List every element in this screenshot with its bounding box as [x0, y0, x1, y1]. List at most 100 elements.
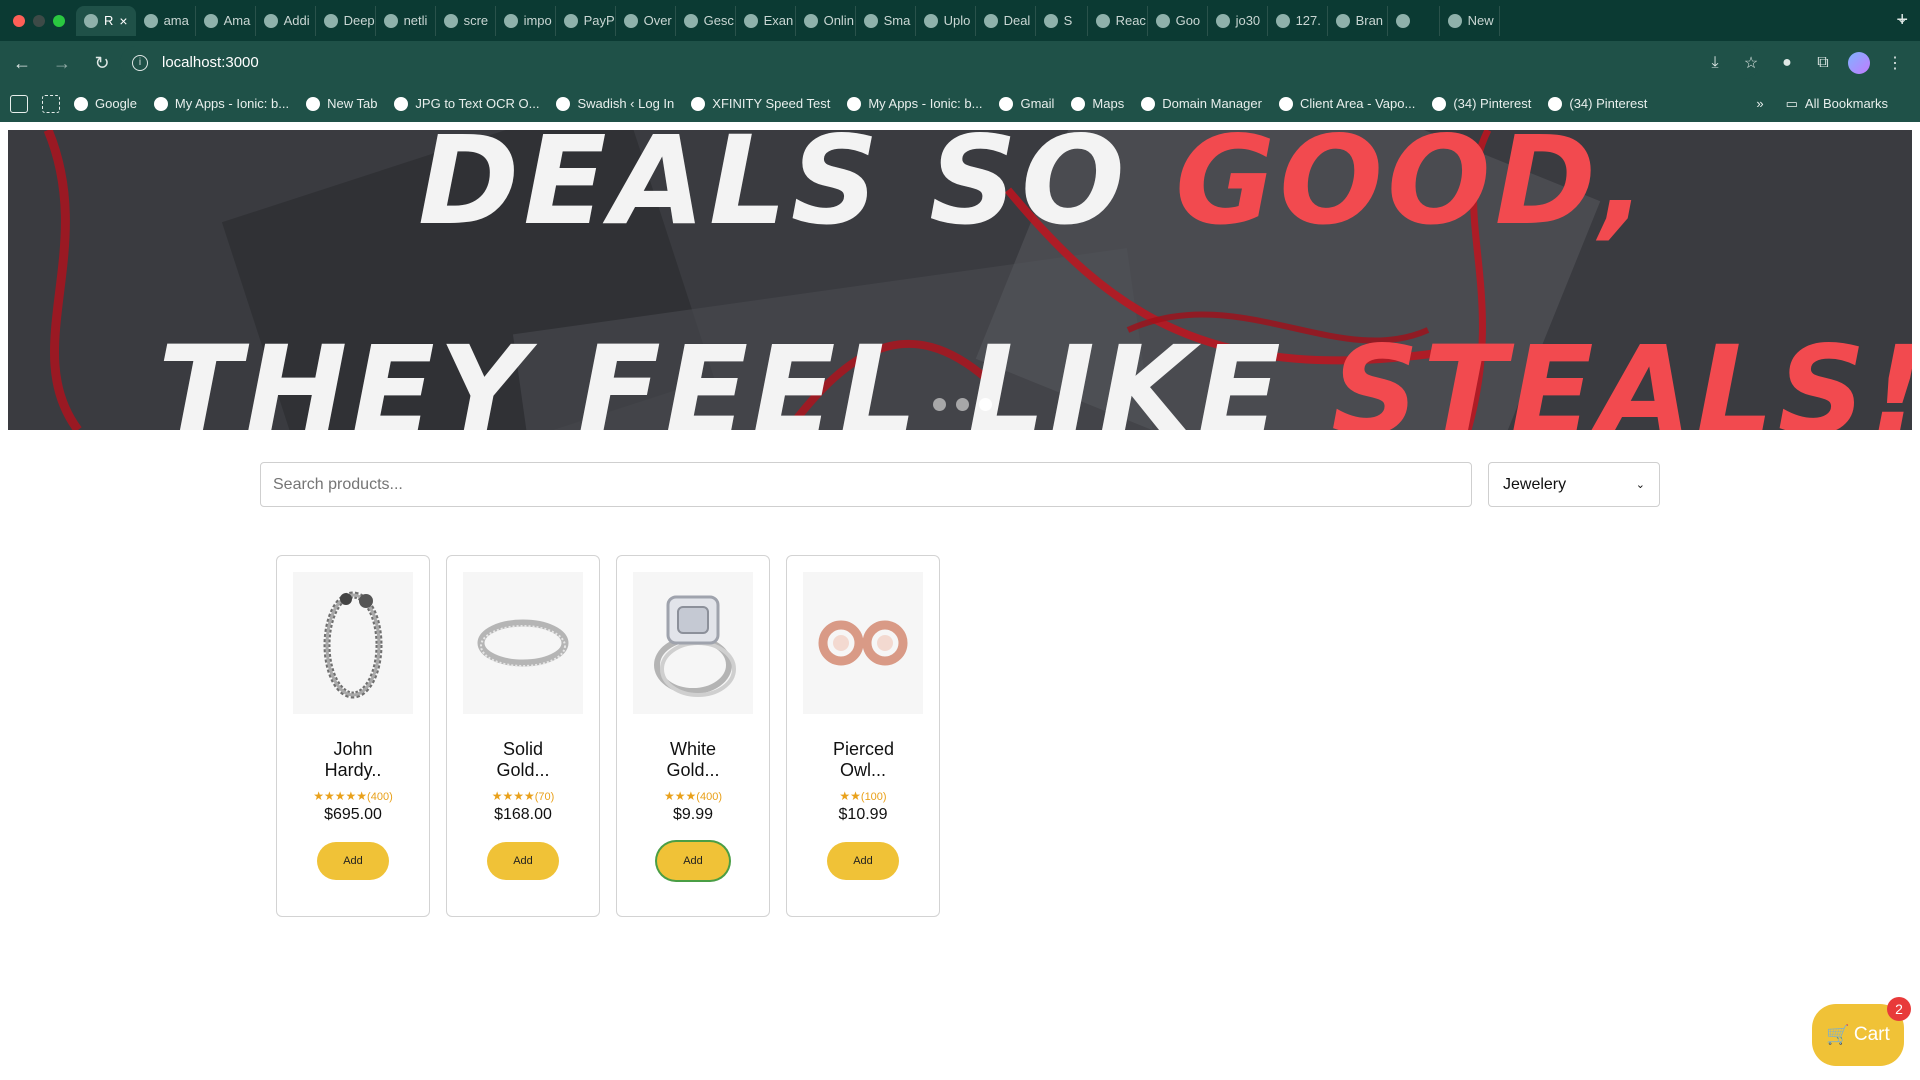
bookmark-item[interactable]: XFINITY Speed Test [691, 96, 830, 111]
bookmark-item[interactable]: (34) Pinterest [1548, 96, 1647, 111]
browser-tab[interactable]: Over [616, 5, 676, 36]
pipedream-icon [803, 13, 818, 28]
tab-title: Goo [1175, 13, 1201, 28]
browser-tab[interactable]: Bran [1328, 5, 1388, 36]
add-to-cart-button[interactable]: Add [657, 842, 729, 880]
bookmark-item[interactable]: JPG to Text OCR O... [394, 96, 539, 111]
bookmark-item[interactable]: Client Area - Vapo... [1278, 96, 1415, 111]
tab-title: 127. [1295, 13, 1321, 28]
browser-tab[interactable]: R × [76, 5, 136, 36]
browser-tab[interactable]: netli [376, 5, 436, 36]
hero-carousel[interactable]: DEALS SO GOOD, THEY FEEL LIKE STEALS! [8, 130, 1912, 430]
product-image[interactable] [463, 572, 583, 714]
ionic-icon [153, 96, 168, 111]
browser-tab[interactable]: Uplo [916, 5, 976, 36]
bookmark-item[interactable]: Maps [1071, 96, 1124, 111]
category-select[interactable]: Jewelery ⌄ [1488, 462, 1660, 507]
back-arrow-icon[interactable]: ← [4, 45, 40, 81]
browser-tab[interactable]: Exan [736, 5, 796, 36]
bookmark-star-icon[interactable]: ☆ [1740, 52, 1762, 74]
product-rating: ★★★(400) [617, 789, 769, 804]
add-to-cart-button[interactable]: Add [317, 842, 389, 880]
bookmark-item[interactable]: Swadish ‹ Log In [556, 96, 674, 111]
site-info-icon[interactable]: i [132, 54, 148, 71]
bookmark-item[interactable]: Domain Manager [1141, 96, 1262, 111]
reload-icon[interactable]: ↻ [84, 45, 120, 81]
browser-tab[interactable] [1388, 5, 1440, 36]
extension-icon[interactable]: ● [1776, 52, 1798, 74]
product-name[interactable]: Solid Gold... [447, 739, 599, 781]
browser-tab[interactable]: New [1440, 5, 1500, 36]
browser-tab[interactable]: Reac [1088, 5, 1148, 36]
browser-tab[interactable]: Onlin [796, 5, 856, 36]
browser-tab[interactable]: ama [136, 5, 196, 36]
vapor-icon [1278, 96, 1293, 111]
product-card[interactable]: Solid Gold... ★★★★(70) $168.00 Add [446, 555, 600, 917]
chrome-icon [306, 96, 321, 111]
tab-title: Sma [883, 13, 911, 28]
bookmark-item[interactable]: My Apps - Ionic: b... [153, 96, 289, 111]
product-price: $9.99 [672, 806, 714, 823]
product-image[interactable] [633, 572, 753, 714]
browser-tab[interactable]: impo [496, 5, 556, 36]
forward-arrow-icon[interactable]: → [44, 45, 80, 81]
browser-tab[interactable]: jo30 [1208, 5, 1268, 36]
bookmark-label: (34) Pinterest [1453, 96, 1532, 111]
close-window-button[interactable] [13, 14, 25, 27]
hero-text-red: GOOD, [1175, 130, 1651, 252]
browser-tab[interactable]: 127. [1268, 5, 1328, 36]
browser-tab[interactable]: scre [436, 5, 496, 36]
carousel-dot[interactable] [933, 398, 946, 411]
tab-title: ama [163, 13, 189, 28]
bookmark-label: Domain Manager [1162, 96, 1262, 111]
ocr-icon [394, 96, 409, 111]
product-card[interactable]: Pierced Owl... ★★(100) $10.99 Add [786, 555, 940, 917]
browser-tab[interactable]: Gesc [676, 5, 736, 36]
sidebar-toggle-icon[interactable] [10, 94, 28, 113]
menu-kebab-icon[interactable]: ⋮ [1884, 52, 1906, 74]
puzzle-icon[interactable]: ⧉ [1812, 52, 1834, 74]
bookmark-item[interactable]: Google [74, 96, 137, 111]
bookmark-label: XFINITY Speed Test [712, 96, 831, 111]
close-tab-icon[interactable]: × [119, 13, 127, 29]
bookmark-label: My Apps - Ionic: b... [868, 96, 983, 111]
tab-title: impo [523, 13, 552, 28]
browser-tab[interactable]: Sma [856, 5, 916, 36]
tab-search-chevron-icon[interactable]: ⌄ [1896, 10, 1908, 27]
browser-tab[interactable]: PayP [556, 5, 616, 36]
bookmark-item[interactable]: New Tab [306, 96, 377, 111]
browser-tab[interactable]: Addi [256, 5, 316, 36]
address-bar[interactable]: i localhost:3000 [120, 46, 1760, 79]
rating-count: (100) [860, 791, 887, 803]
product-name[interactable]: White Gold... [617, 739, 769, 781]
rating-count: (400) [696, 791, 722, 803]
minimize-window-button[interactable] [33, 14, 45, 27]
apps-grid-icon[interactable] [42, 94, 60, 113]
cart-label: Cart [1853, 1024, 1890, 1045]
bookmark-item[interactable]: My Apps - Ionic: b... [847, 96, 982, 111]
product-name[interactable]: Pierced Owl... [787, 739, 939, 781]
browser-tab[interactable]: Goo [1148, 5, 1208, 36]
browser-tab[interactable]: Ama [196, 5, 256, 36]
product-card[interactable]: John Hardy.. ★★★★★(400) $695.00 Add [276, 555, 430, 917]
bookmark-item[interactable]: Gmail [999, 96, 1054, 111]
carousel-dot[interactable] [956, 398, 969, 411]
browser-tab[interactable]: Deal [976, 5, 1036, 36]
browser-tab[interactable]: Deep [316, 5, 376, 36]
product-image[interactable] [803, 572, 923, 714]
bookmark-item[interactable]: (34) Pinterest [1432, 96, 1531, 111]
carousel-dot[interactable] [979, 398, 992, 411]
product-name[interactable]: John Hardy.. [277, 739, 429, 781]
product-image[interactable] [293, 572, 413, 714]
product-card[interactable]: White Gold... ★★★(400) $9.99 Add [616, 555, 770, 917]
add-to-cart-button[interactable]: Add [487, 842, 559, 880]
more-bookmarks-icon[interactable]: » [1756, 96, 1763, 111]
all-bookmarks-folder[interactable]: ▭ All Bookmarks [1786, 96, 1888, 112]
profile-avatar[interactable] [1848, 52, 1870, 74]
add-to-cart-button[interactable]: Add [827, 842, 899, 880]
search-input[interactable] [260, 462, 1472, 507]
browser-tab[interactable]: S [1036, 5, 1088, 36]
maximize-window-button[interactable] [53, 14, 65, 27]
tab-title: New [1467, 13, 1494, 28]
install-app-icon[interactable]: ⤓ [1704, 52, 1726, 74]
